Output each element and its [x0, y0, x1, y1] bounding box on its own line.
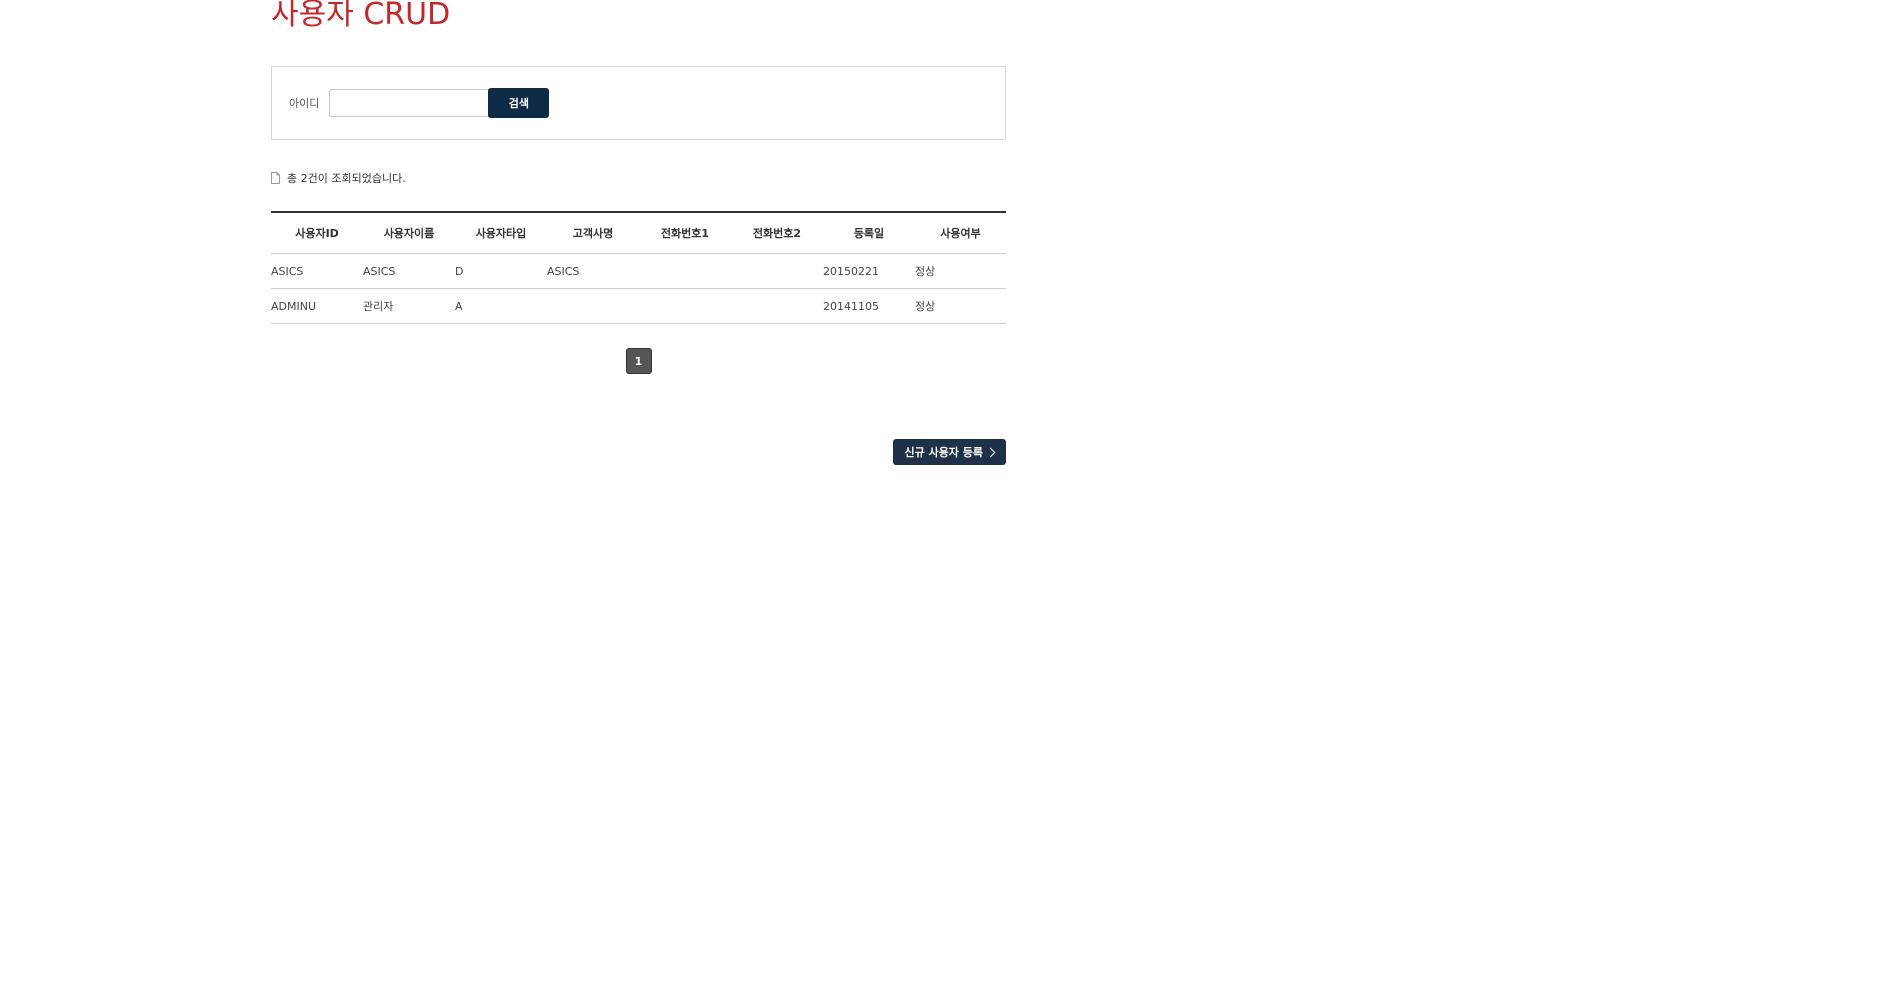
cell-user-name: ASICS: [363, 253, 455, 289]
page-number-current[interactable]: 1: [625, 348, 652, 374]
cell-user-type: D: [455, 253, 547, 289]
cell-customer-name: [547, 288, 639, 324]
table-header-row: 사용자ID 사용자이름 사용자타입 고객사명 전화번호1 전화번호2 등록일 사…: [271, 212, 1006, 254]
column-header-user-id: 사용자ID: [271, 212, 363, 254]
cell-user-type: A: [455, 288, 547, 324]
result-summary-text: 총 2건이 조회되었습니다.: [287, 172, 406, 185]
column-header-registered-date: 등록일: [823, 212, 915, 254]
cell-phone-1: [639, 288, 731, 324]
search-panel: 아이디 검색: [271, 66, 1006, 140]
cell-user-name: 관리자: [363, 288, 455, 324]
search-label: 아이디: [289, 97, 320, 110]
table-row[interactable]: ASICS ASICS D ASICS 20150221 정상: [271, 253, 1006, 289]
cell-use-status: 정상: [915, 253, 1006, 289]
cell-registered-date: 20150221: [823, 253, 915, 289]
cell-customer-name: ASICS: [547, 253, 639, 289]
cell-registered-date: 20141105: [823, 288, 915, 324]
cell-user-id: ASICS: [271, 253, 363, 289]
table-row[interactable]: ADMINU 관리자 A 20141105 정상: [271, 288, 1006, 324]
search-button[interactable]: 검색: [488, 88, 550, 118]
result-summary: 총 2건이 조회되었습니다.: [271, 170, 1006, 186]
search-input[interactable]: [329, 89, 490, 117]
page: 사용자 CRUD 아이디 검색 총 2건이 조회되었습니다. 사용자ID 사용자…: [0, 0, 1903, 994]
column-header-phone-2: 전화번호2: [731, 212, 823, 254]
column-header-user-type: 사용자타입: [455, 212, 547, 254]
column-header-user-name: 사용자이름: [363, 212, 455, 254]
cell-user-id: ADMINU: [271, 288, 363, 324]
column-header-customer-name: 고객사명: [547, 212, 639, 254]
column-header-use-status: 사용여부: [915, 212, 1006, 254]
cell-use-status: 정상: [915, 288, 1006, 324]
cell-phone-1: [639, 253, 731, 289]
new-user-register-label: 신규 사용자 등록: [904, 446, 984, 459]
cell-phone-2: [731, 288, 823, 324]
user-table: 사용자ID 사용자이름 사용자타입 고객사명 전화번호1 전화번호2 등록일 사…: [271, 211, 1006, 324]
new-user-register-button[interactable]: 신규 사용자 등록: [892, 439, 1006, 465]
main-content: 사용자 CRUD 아이디 검색 총 2건이 조회되었습니다. 사용자ID 사용자…: [271, 0, 1006, 465]
document-icon: [271, 172, 280, 184]
page-title: 사용자 CRUD: [271, 0, 451, 32]
cell-phone-2: [731, 253, 823, 289]
bottom-actions: 신규 사용자 등록: [271, 439, 1006, 465]
pagination: 1: [271, 348, 1006, 374]
chevron-right-icon: [985, 447, 996, 457]
column-header-phone-1: 전화번호1: [639, 212, 731, 254]
